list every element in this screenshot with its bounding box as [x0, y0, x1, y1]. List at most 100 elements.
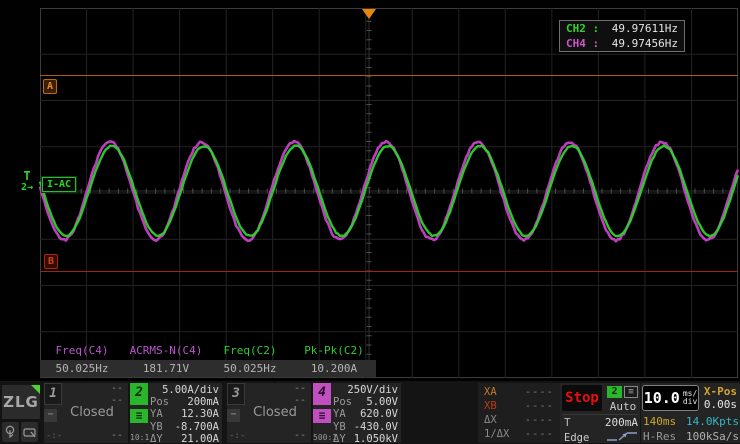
frequency-readout-box: CH2 : 49.97611Hz CH4 : 49.97456Hz	[559, 20, 685, 52]
rising-edge-icon	[606, 430, 638, 442]
capture-window: 140ms	[643, 415, 676, 428]
ch4-freq-value: 49.97456Hz	[606, 37, 684, 50]
channel-2-dy-value: 21.00A	[163, 433, 222, 444]
sample-rate: 100kSa/s	[676, 430, 739, 443]
channel-4-dy-label: ΔY	[333, 433, 346, 444]
xa-label: XA	[484, 386, 518, 400]
trigger-source-badge[interactable]: 2	[607, 386, 622, 398]
freq-row-ch2: CH2 : 49.97611Hz	[560, 21, 684, 36]
gesture-mode-button[interactable]	[21, 422, 38, 442]
dx-value: ----	[518, 414, 554, 428]
channel-2-pos-value: 200mA	[169, 396, 222, 408]
trigger-level-marker[interactable]: T 2→	[14, 170, 40, 194]
channel-4-panel[interactable]: 4 ≡ 500:1 250V/div Pos 5.00V YA 620.0V Y…	[313, 383, 401, 443]
channel-4-ya-label: YA	[333, 408, 346, 420]
trigger-mode[interactable]: Auto	[606, 400, 640, 413]
channel-4-probe-ratio: 500:1	[313, 433, 333, 442]
channel-4-badge: 4	[313, 383, 331, 405]
hand-gesture-icon	[23, 426, 37, 439]
channel-4-pos-label: Pos	[333, 396, 352, 408]
measurement-label-pkpk-c2: Pk-Pk(C2)	[292, 343, 376, 359]
touch-pointer-icon	[4, 425, 17, 439]
channel-3-dash-top: --	[294, 383, 306, 394]
trigger-panel: Stop 2 ≡ Auto T 200mA Edge	[560, 383, 640, 443]
measurement-label-freq-c2: Freq(C2)	[208, 343, 292, 359]
touch-mode-button[interactable]	[2, 422, 19, 442]
ch2-freq-value: 49.97611Hz	[606, 22, 684, 35]
channel-1-probe-placeholder: -:-	[46, 431, 62, 441]
oscilloscope-screen: A B T 2→ I-AC CH2 : 49.97611Hz CH4 : 49.…	[0, 0, 740, 444]
trigger-level-label: T	[564, 416, 571, 429]
channel-3-badge: 3	[227, 383, 245, 405]
memory-points: 14.0Kpts	[676, 415, 739, 428]
measurement-value-acrms-c4: 181.71V	[124, 360, 208, 377]
waveform-display: A B T 2→ I-AC CH2 : 49.97611Hz CH4 : 49.…	[0, 0, 740, 380]
measurement-label-acrms-c4: ACRMS-N(C4)	[124, 343, 208, 359]
cursor-b-line[interactable]	[40, 271, 738, 272]
zlg-logo-text: ZLG	[3, 393, 39, 411]
trigger-arrow-icon: →	[27, 182, 33, 193]
channel-4-ya-value: 620.0V	[346, 408, 401, 420]
channel-2-pos-label: Pos	[150, 396, 169, 408]
x-pos-label: X-Pos	[704, 385, 737, 398]
channel-1-dash-bottom: --	[111, 430, 123, 441]
measurement-value-freq-c4: 50.025Hz	[40, 360, 124, 377]
trigger-type-row[interactable]: Edge	[564, 430, 638, 444]
inv-dx-value: ----	[518, 428, 554, 442]
channel-3-coupling-placeholder: −	[227, 409, 240, 422]
trigger-coupling-icon[interactable]: ≡	[624, 386, 638, 398]
channel-1-state: Closed	[58, 405, 126, 420]
inv-dx-label: 1/ΔX	[484, 428, 518, 442]
xb-value: ----	[518, 400, 554, 414]
trigger-position-marker-icon[interactable]	[362, 9, 376, 19]
channel-2-yb-value: -8.700A	[163, 421, 222, 433]
trigger-level-value[interactable]: 200mA	[571, 416, 638, 429]
channel-2-ya-label: YA	[150, 408, 163, 420]
dx-label: ΔX	[484, 414, 518, 428]
measurement-labels-row: Freq(C4) ACRMS-N(C4) Freq(C2) Pk-Pk(C2)	[40, 343, 376, 359]
trigger-type-label: Edge	[564, 432, 589, 444]
x-cursor-panel: XA ---- XB ---- ΔX ---- 1/ΔX ----	[478, 383, 560, 443]
channel-1-panel[interactable]: 1 -- -- − Closed -:- --	[44, 383, 128, 443]
channel-2-yb-label: YB	[150, 421, 163, 433]
measurement-value-freq-c2: 50.025Hz	[208, 360, 292, 377]
xa-value: ----	[518, 386, 554, 400]
timebase-scale-value: 10.0	[644, 389, 680, 407]
trace-label-badge: I-AC	[42, 177, 76, 192]
zlg-logo: ZLG	[2, 385, 40, 419]
channel-2-ya-value: 12.30A	[163, 408, 222, 420]
channel-2-coupling-icon: ≡	[130, 409, 148, 423]
freq-row-ch4: CH4 : 49.97456Hz	[560, 36, 684, 51]
cursor-a-line[interactable]	[40, 75, 738, 76]
channel-4-yb-value: -430.0V	[346, 421, 401, 433]
channel-2-badge: 2	[130, 383, 148, 405]
x-pos-value[interactable]: 0.00s	[704, 398, 737, 411]
channel-4-dy-value: 1.050kV	[346, 433, 401, 444]
channel-2-probe-ratio: 10:1	[130, 433, 150, 442]
cursor-a-handle[interactable]: A	[43, 79, 57, 94]
channel-3-dash-bottom: --	[294, 430, 306, 441]
channel-4-scale: 250V/div	[333, 384, 401, 396]
channel-1-dash-top: --	[111, 383, 123, 394]
channel-2-dy-label: ΔY	[150, 433, 163, 444]
graticule-and-traces	[0, 0, 740, 380]
channel-2-panel[interactable]: 2 ≡ 10:1 5.00A/div Pos 200mA YA 12.30A Y…	[130, 383, 222, 443]
cursor-b-handle[interactable]: B	[44, 254, 58, 269]
channel-3-probe-placeholder: -:-	[229, 431, 245, 441]
trigger-divider	[562, 414, 638, 415]
measurement-values-row: 50.025Hz 181.71V 50.025Hz 10.200A	[40, 360, 376, 377]
timebase-unit-bottom: div	[683, 398, 697, 406]
timebase-panel: 10.0 ms/ div X-Pos 0.00s 140ms 14.0Kpts …	[641, 383, 740, 443]
run-stop-button[interactable]: Stop	[562, 385, 602, 411]
ch2-freq-label: CH2 :	[560, 22, 606, 35]
trigger-t-label: T	[14, 170, 40, 182]
channel-2-scale: 5.00A/div	[150, 384, 222, 396]
acquisition-status: Stop	[565, 390, 599, 406]
h-res-label: H-Res	[643, 430, 676, 443]
ch4-freq-label: CH4 :	[560, 37, 606, 50]
channel-3-state: Closed	[241, 405, 309, 420]
channel-1-badge: 1	[44, 383, 62, 405]
channel-4-pos-value: 5.00V	[352, 396, 401, 408]
timebase-scale-button[interactable]: 10.0 ms/ div	[642, 385, 699, 411]
channel-3-panel[interactable]: 3 -- -- − Closed -:- --	[227, 383, 311, 443]
